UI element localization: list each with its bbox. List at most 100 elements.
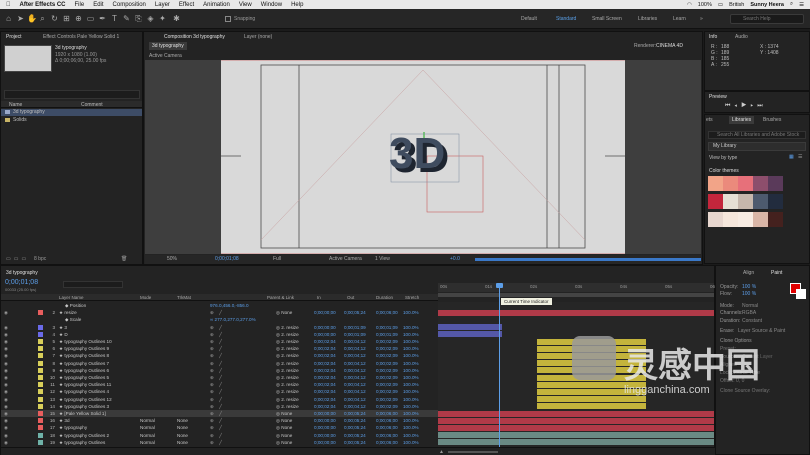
layer-stretch[interactable]: 100.0% [403,345,419,352]
layer-mode[interactable]: Normal [140,424,155,431]
label-color[interactable] [38,324,43,330]
layer-name[interactable]: ★ typography Outlines 9 [59,345,109,352]
layer-duration[interactable]: 0;00;02;09 [376,388,398,395]
layer-name[interactable]: ★ typography Outlines 6 [59,367,109,374]
wifi-icon[interactable]: ◠ [687,2,692,8]
workspace-learn[interactable]: Learn [673,16,686,22]
erase-dropdown[interactable]: Layer Source & Paint [738,328,785,334]
layer-duration[interactable]: 0;00;01;09 [376,331,398,338]
layer-duration[interactable]: 0;00;02;09 [376,352,398,359]
layer-parent[interactable]: ◎ None [276,309,292,316]
layer-in[interactable]: 0;00;00;00 [314,424,336,431]
3d-text[interactable]: 3D [389,129,445,178]
channels-dropdown[interactable]: RGBA [742,310,756,316]
pan-behind-tool-icon[interactable]: ⊕ [74,14,83,23]
views-dropdown[interactable]: 1 View [375,255,390,264]
visibility-eye-icon[interactable]: ◉ [4,396,8,403]
layer-duration[interactable]: 0;00;02;09 [376,381,398,388]
cti-handle[interactable] [496,283,503,288]
layer-out[interactable]: 0;00;04;12 [344,360,366,367]
layer-parent[interactable]: ◎ 2. resize [276,331,299,338]
layer-duration[interactable]: 0;00;01;09 [376,324,398,331]
layer-switches[interactable]: ⊕ ╱ [210,396,224,403]
layer-row[interactable]: ◉ 12 ★ typography Outlines 4 ⊕ ╱ ◎ 2. resize… [1,388,438,395]
layer-out[interactable]: 0;00;04;12 [344,367,366,374]
pen-tool-icon[interactable]: ✒ [98,14,107,23]
col-comment[interactable]: Comment [81,102,103,108]
menu-layer[interactable]: Layer [155,2,170,8]
layer-stretch[interactable]: 100.0% [403,381,419,388]
menu-view[interactable]: View [239,2,252,8]
search-icon[interactable]: ⌕ [790,1,793,8]
layer-switches[interactable]: ⊕ ╱ [210,403,224,410]
help-search-input[interactable]: Search Help [730,14,804,24]
layer-stretch[interactable]: 100.0% [403,324,419,331]
zoom-dropdown[interactable]: 50% [167,255,177,264]
layer-mode[interactable]: Normal [140,432,155,439]
layer-in[interactable]: 0;00;02;04 [314,360,336,367]
layer-name[interactable]: ★ resize [59,309,77,316]
layer-duration-bar[interactable] [438,417,714,424]
hand-tool-icon[interactable]: ✋ [27,14,37,23]
visibility-eye-icon[interactable]: ◉ [4,345,8,352]
layer-row[interactable]: ◉ 11 ★ typography Outlines 11 ⊕ ╱ ◎ 2. resiz… [1,381,438,388]
layer-switches[interactable]: ⊕ ╱ [210,360,224,367]
layer-out[interactable]: 0;00;04;12 [344,352,366,359]
label-color[interactable] [38,353,43,359]
label-color[interactable] [38,403,43,409]
timeline-search-input[interactable] [63,281,123,288]
label-color[interactable] [38,331,43,337]
layer-name[interactable]: ★ typography Outlines 10 [59,338,112,345]
layer-out[interactable]: 0;00;05;24 [344,410,366,417]
tab-libraries[interactable]: Libraries [729,116,755,124]
opacity-value[interactable]: 100 % [742,284,756,290]
layer-switches[interactable]: ⊕ ╱ [210,388,224,395]
project-footer-icons[interactable]: ▭▭▭ [6,256,29,262]
layer-in[interactable]: 0;00;02;04 [314,352,336,359]
tab-project[interactable]: Project [6,33,22,41]
color-theme[interactable] [708,176,783,191]
layer-out[interactable]: 0;00;04;12 [344,374,366,381]
trash-icon[interactable]: 🗑 [121,256,127,262]
visibility-eye-icon[interactable]: ◉ [4,338,8,345]
layer-out[interactable]: 0;00;01;09 [344,331,366,338]
layer-switches[interactable]: ⊕ ╱ [210,424,224,431]
visibility-eye-icon[interactable]: ◉ [4,374,8,381]
visibility-eye-icon[interactable]: ◉ [4,410,8,417]
user-name[interactable]: Sunny Heera [750,2,784,8]
layer-in[interactable]: 0;00;02;04 [314,338,336,345]
menu-composition[interactable]: Composition [113,2,146,8]
layer-in[interactable]: 0;00;02;04 [314,403,336,410]
list-view-icon[interactable]: ☰ [798,154,802,160]
layer-row[interactable]: ◉ 9 ★ typography Outlines 6 ⊕ ╱ ◎ 2. resize 0… [1,367,438,374]
project-item-folder[interactable]: Solids [1,117,142,124]
workspace-default[interactable]: Default [521,16,537,22]
layer-switches[interactable]: ⊕ ╱ [210,331,224,338]
layer-in[interactable]: 0;00;00;00 [314,417,336,424]
visibility-eye-icon[interactable]: ◉ [4,331,8,338]
timeline-timecode[interactable]: 0;00;01;08 [5,279,38,286]
layer-in[interactable]: 0;00;00;00 [314,324,336,331]
tab-timeline[interactable]: 3d typography [6,269,38,277]
layer-switches[interactable]: ⊕ ╱ [210,417,224,424]
label-color[interactable] [38,418,43,424]
layer-row[interactable]: ◉ 2 ★ resize ⊕ ╱ ◎ None 0;00;00;00 0;00;05;24 0… [1,309,438,316]
layer-switches[interactable]: ⊕ ╱ [210,410,224,417]
puppet-tool-icon[interactable]: ✱ [172,14,181,23]
layer-stretch[interactable]: 100.0% [403,403,419,410]
layer-in[interactable]: 0;00;02;04 [314,374,336,381]
duration-dropdown[interactable]: Constant [742,318,762,324]
layer-out[interactable]: 0;00;04;12 [344,396,366,403]
layer-name[interactable]: ★ typography Outlines 11 [59,381,111,388]
roto-tool-icon[interactable]: ✦ [158,14,167,23]
layer-row[interactable]: ◉ 18 ★ typography Outlines 2 Normal None ⊕ ╱ ◎… [1,432,438,439]
layer-duration-bar[interactable] [438,432,714,439]
tab-layer[interactable]: Layer (none) [244,33,272,41]
visibility-eye-icon[interactable]: ◉ [4,388,8,395]
comp-canvas[interactable]: 3D 3D [221,60,625,254]
layer-duration[interactable]: 0;00;02;09 [376,403,398,410]
label-color[interactable] [38,411,43,416]
layer-in[interactable]: 0;00;02;04 [314,381,336,388]
layer-duration[interactable]: 0;00;06;00 [376,410,398,417]
layer-trkmat[interactable]: None [177,424,188,431]
